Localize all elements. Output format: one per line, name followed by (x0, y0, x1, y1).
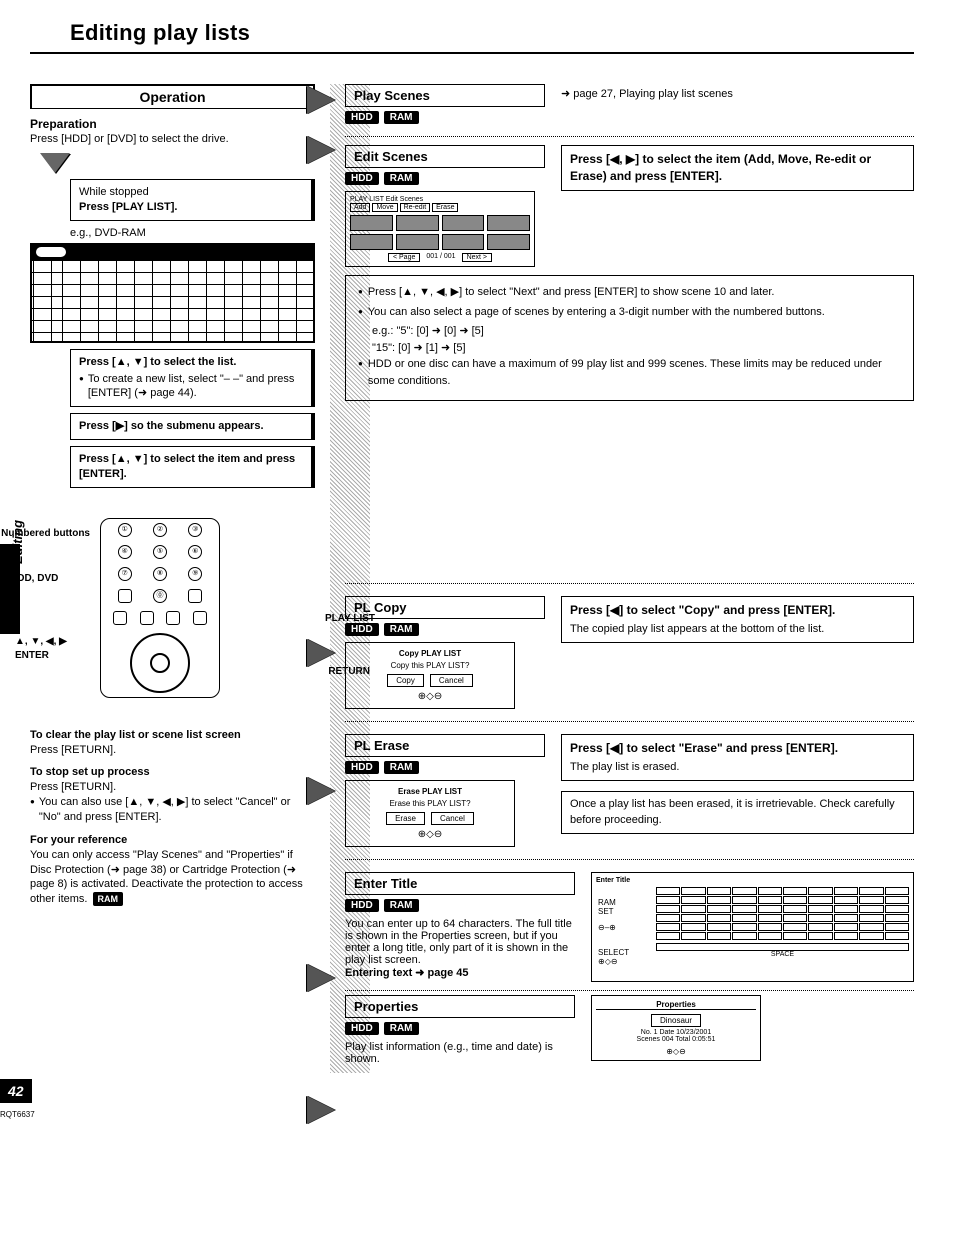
ram-badge-2: RAM (384, 172, 419, 185)
clear-screen-text: Press [RETURN]. (30, 743, 315, 758)
step-1-context: While stopped (79, 185, 303, 200)
step-4-action: Press [▲, ▼] to select the item and pres… (79, 452, 303, 482)
edit-scenes-action: Press [◀, ▶] to select the item (Add, Mo… (561, 145, 914, 191)
step-2-note: To create a new list, select "– –" and p… (88, 372, 303, 402)
pl-erase-title: PL Erase (345, 734, 545, 757)
flow-arrow-2 (307, 136, 335, 164)
step-1-box: While stopped Press [PLAY LIST]. (70, 179, 315, 221)
ram-badge-6: RAM (384, 1022, 419, 1035)
step-1-action: Press [PLAY LIST]. (79, 200, 303, 215)
step-arrow-1 (40, 153, 70, 173)
pl-erase-warning: Once a play list has been erased, it is … (561, 791, 914, 834)
remote-arrows-label: ▲, ▼, ◀, ▶ (15, 636, 67, 647)
pl-copy-action: Press [◀] to select "Copy" and press [EN… (561, 596, 914, 643)
ram-badge: RAM (384, 111, 419, 124)
play-scenes-ref: page 27, Playing play list scenes (561, 87, 914, 100)
pl-erase-screen-mock: Erase PLAY LIST Erase this PLAY LIST? Er… (345, 780, 515, 847)
remote-hdd-label: HDD, DVD (10, 573, 58, 584)
operation-header: Operation (30, 84, 315, 109)
document-id: RQT6637 (0, 1110, 35, 1119)
ram-badge-inline: RAM (93, 892, 124, 906)
step-2-action: Press [▲, ▼] to select the list. (79, 355, 303, 370)
reference-text: You can only access "Play Scenes" and "P… (30, 849, 303, 906)
page-title: Editing play lists (70, 20, 914, 46)
pl-erase-action: Press [◀] to select "Erase" and press [E… (561, 734, 914, 781)
edit-scenes-title: Edit Scenes (345, 145, 545, 168)
example-label: e.g., DVD-RAM (70, 227, 315, 239)
title-rule (30, 52, 914, 54)
preparation-text: Press [HDD] or [DVD] to select the drive… (30, 133, 315, 145)
step-2-box: Press [▲, ▼] to select the list. To crea… (70, 349, 315, 408)
page-number: 42 (0, 1079, 32, 1103)
properties-mock: Properties Dinosaur No. 1 Date 10/23/200… (591, 995, 761, 1061)
flow-arrow-3 (307, 639, 335, 667)
side-label: Editing (10, 520, 25, 564)
ram-badge-3: RAM (384, 623, 419, 636)
hdd-badge-5: HDD (345, 899, 379, 912)
stop-process-text: Press [RETURN]. (30, 780, 315, 795)
pl-copy-screen-mock: Copy PLAY LIST Copy this PLAY LIST? Copy… (345, 642, 515, 709)
flow-arrow-4 (307, 777, 335, 805)
flow-arrow-1 (307, 86, 335, 114)
hdd-badge: HDD (345, 111, 379, 124)
hdd-badge-4: HDD (345, 761, 379, 774)
step-3-box: Press [▶] so the submenu appears. (70, 413, 315, 440)
step-3-action: Press [▶] so the submenu appears. (79, 419, 303, 434)
preparation-label: Preparation (30, 117, 315, 131)
clear-screen-heading: To clear the play list or scene list scr… (30, 728, 315, 743)
properties-title: Properties (345, 995, 575, 1018)
ram-badge-5: RAM (384, 899, 419, 912)
ram-badge-4: RAM (384, 761, 419, 774)
reference-heading: For your reference (30, 833, 315, 848)
playlist-screen-mock (30, 243, 315, 343)
step-4-box: Press [▲, ▼] to select the item and pres… (70, 446, 315, 488)
hdd-badge-3: HDD (345, 623, 379, 636)
pl-copy-title: PL Copy (345, 596, 545, 619)
enter-title-ref: Entering text ➜ page 45 (345, 966, 575, 979)
remote-enter-label: ENTER (15, 650, 49, 661)
hdd-badge-2: HDD (345, 172, 379, 185)
edit-scenes-notes: Press [▲, ▼, ◀, ▶] to select "Next" and … (345, 275, 914, 401)
remote-numbered-label: Numbered buttons (0, 528, 90, 539)
hdd-badge-6: HDD (345, 1022, 379, 1035)
enter-title-title: Enter Title (345, 872, 575, 895)
enter-title-keyboard-mock: Enter Title SPACE RAMSET ⊖–⊕ SELECT⊕◇⊖ (591, 872, 914, 982)
remote-illustration: ①②③ ④⑤⑥ ⑦⑧⑨ ⓪ (100, 518, 220, 698)
flow-arrow-6 (307, 1096, 335, 1124)
properties-desc: Play list information (e.g., time and da… (345, 1041, 575, 1065)
stop-process-bullet: You can also use [▲, ▼, ◀, ▶] to select … (39, 795, 315, 825)
edit-scenes-grid-mock: PLAY LIST Edit Scenes Add Move Re-edit E… (345, 191, 535, 267)
flow-arrow-5 (307, 964, 335, 992)
stop-process-heading: To stop set up process (30, 765, 315, 780)
enter-title-desc: You can enter up to 64 characters. The f… (345, 918, 575, 966)
play-scenes-title: Play Scenes (345, 84, 545, 107)
